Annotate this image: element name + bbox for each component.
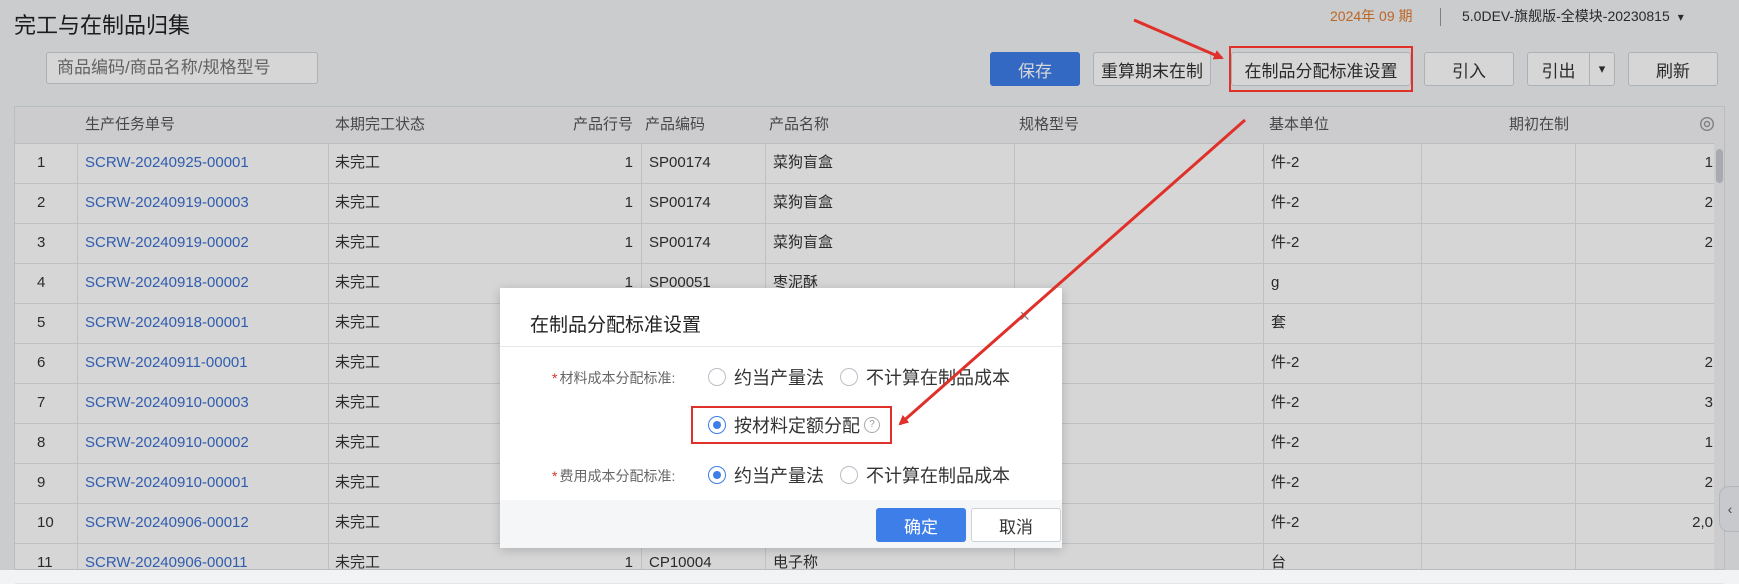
material-cost-label: * 材料成本分配标准: (552, 370, 676, 386)
radio-button[interactable] (840, 368, 858, 386)
material-radio-none[interactable]: 不计算在制品成本 (840, 364, 1010, 390)
close-icon[interactable]: × (1019, 306, 1030, 327)
dialog-divider (500, 346, 1062, 347)
expense-cost-label: * 费用成本分配标准: (552, 468, 676, 484)
material-radio-equivalent[interactable]: 约当产量法 (708, 364, 824, 390)
dialog-footer: 确定 取消 (500, 500, 1062, 548)
radio-button-selected[interactable] (708, 466, 726, 484)
annotation-box-toolbar (1229, 46, 1413, 92)
radio-button[interactable] (840, 466, 858, 484)
dialog-title: 在制品分配标准设置 (530, 315, 702, 336)
expense-radio-equivalent[interactable]: 约当产量法 (708, 462, 824, 488)
expense-radio-none[interactable]: 不计算在制品成本 (840, 462, 1010, 488)
confirm-button[interactable]: 确定 (876, 508, 966, 542)
cancel-button[interactable]: 取消 (971, 508, 1061, 542)
annotation-box-quota-option (691, 406, 892, 444)
radio-button[interactable] (708, 368, 726, 386)
